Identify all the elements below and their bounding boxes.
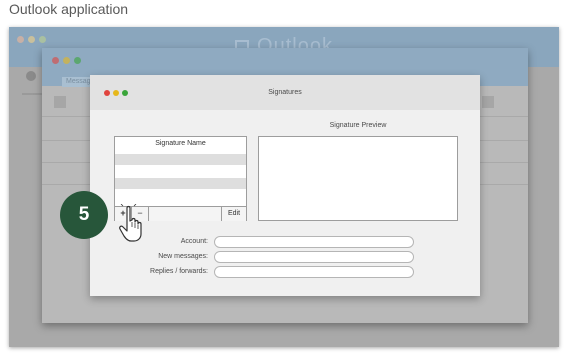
close-icon [52,57,59,64]
toolbar-icon [54,96,66,108]
step-badge: 5 [60,191,108,239]
list-item[interactable] [115,178,246,189]
dialog-title: Signatures [268,89,302,96]
new-messages-label: New messages: [158,253,208,260]
signature-preview-label: Signature Preview [329,122,387,129]
signature-preview [258,136,458,221]
sidebar-icon [26,71,36,81]
replies-forwards-select[interactable] [214,266,414,278]
toolbar-icon [482,96,494,108]
signature-name-header: Signature Name [155,140,206,147]
signatures-dialog: Signatures Signature Name + − Edit Signa… [90,75,480,296]
replies-forwards-label: Replies / forwards: [150,268,208,275]
minimize-icon [63,57,70,64]
account-select[interactable] [214,236,414,248]
edit-signature-button[interactable]: Edit [221,207,246,221]
zoom-icon [74,57,81,64]
list-item[interactable] [115,154,246,165]
dialog-title-bar: Signatures [90,75,480,110]
caption: Outlook application [9,1,129,17]
new-messages-select[interactable] [214,251,414,263]
hand-pointer-icon [119,204,142,242]
